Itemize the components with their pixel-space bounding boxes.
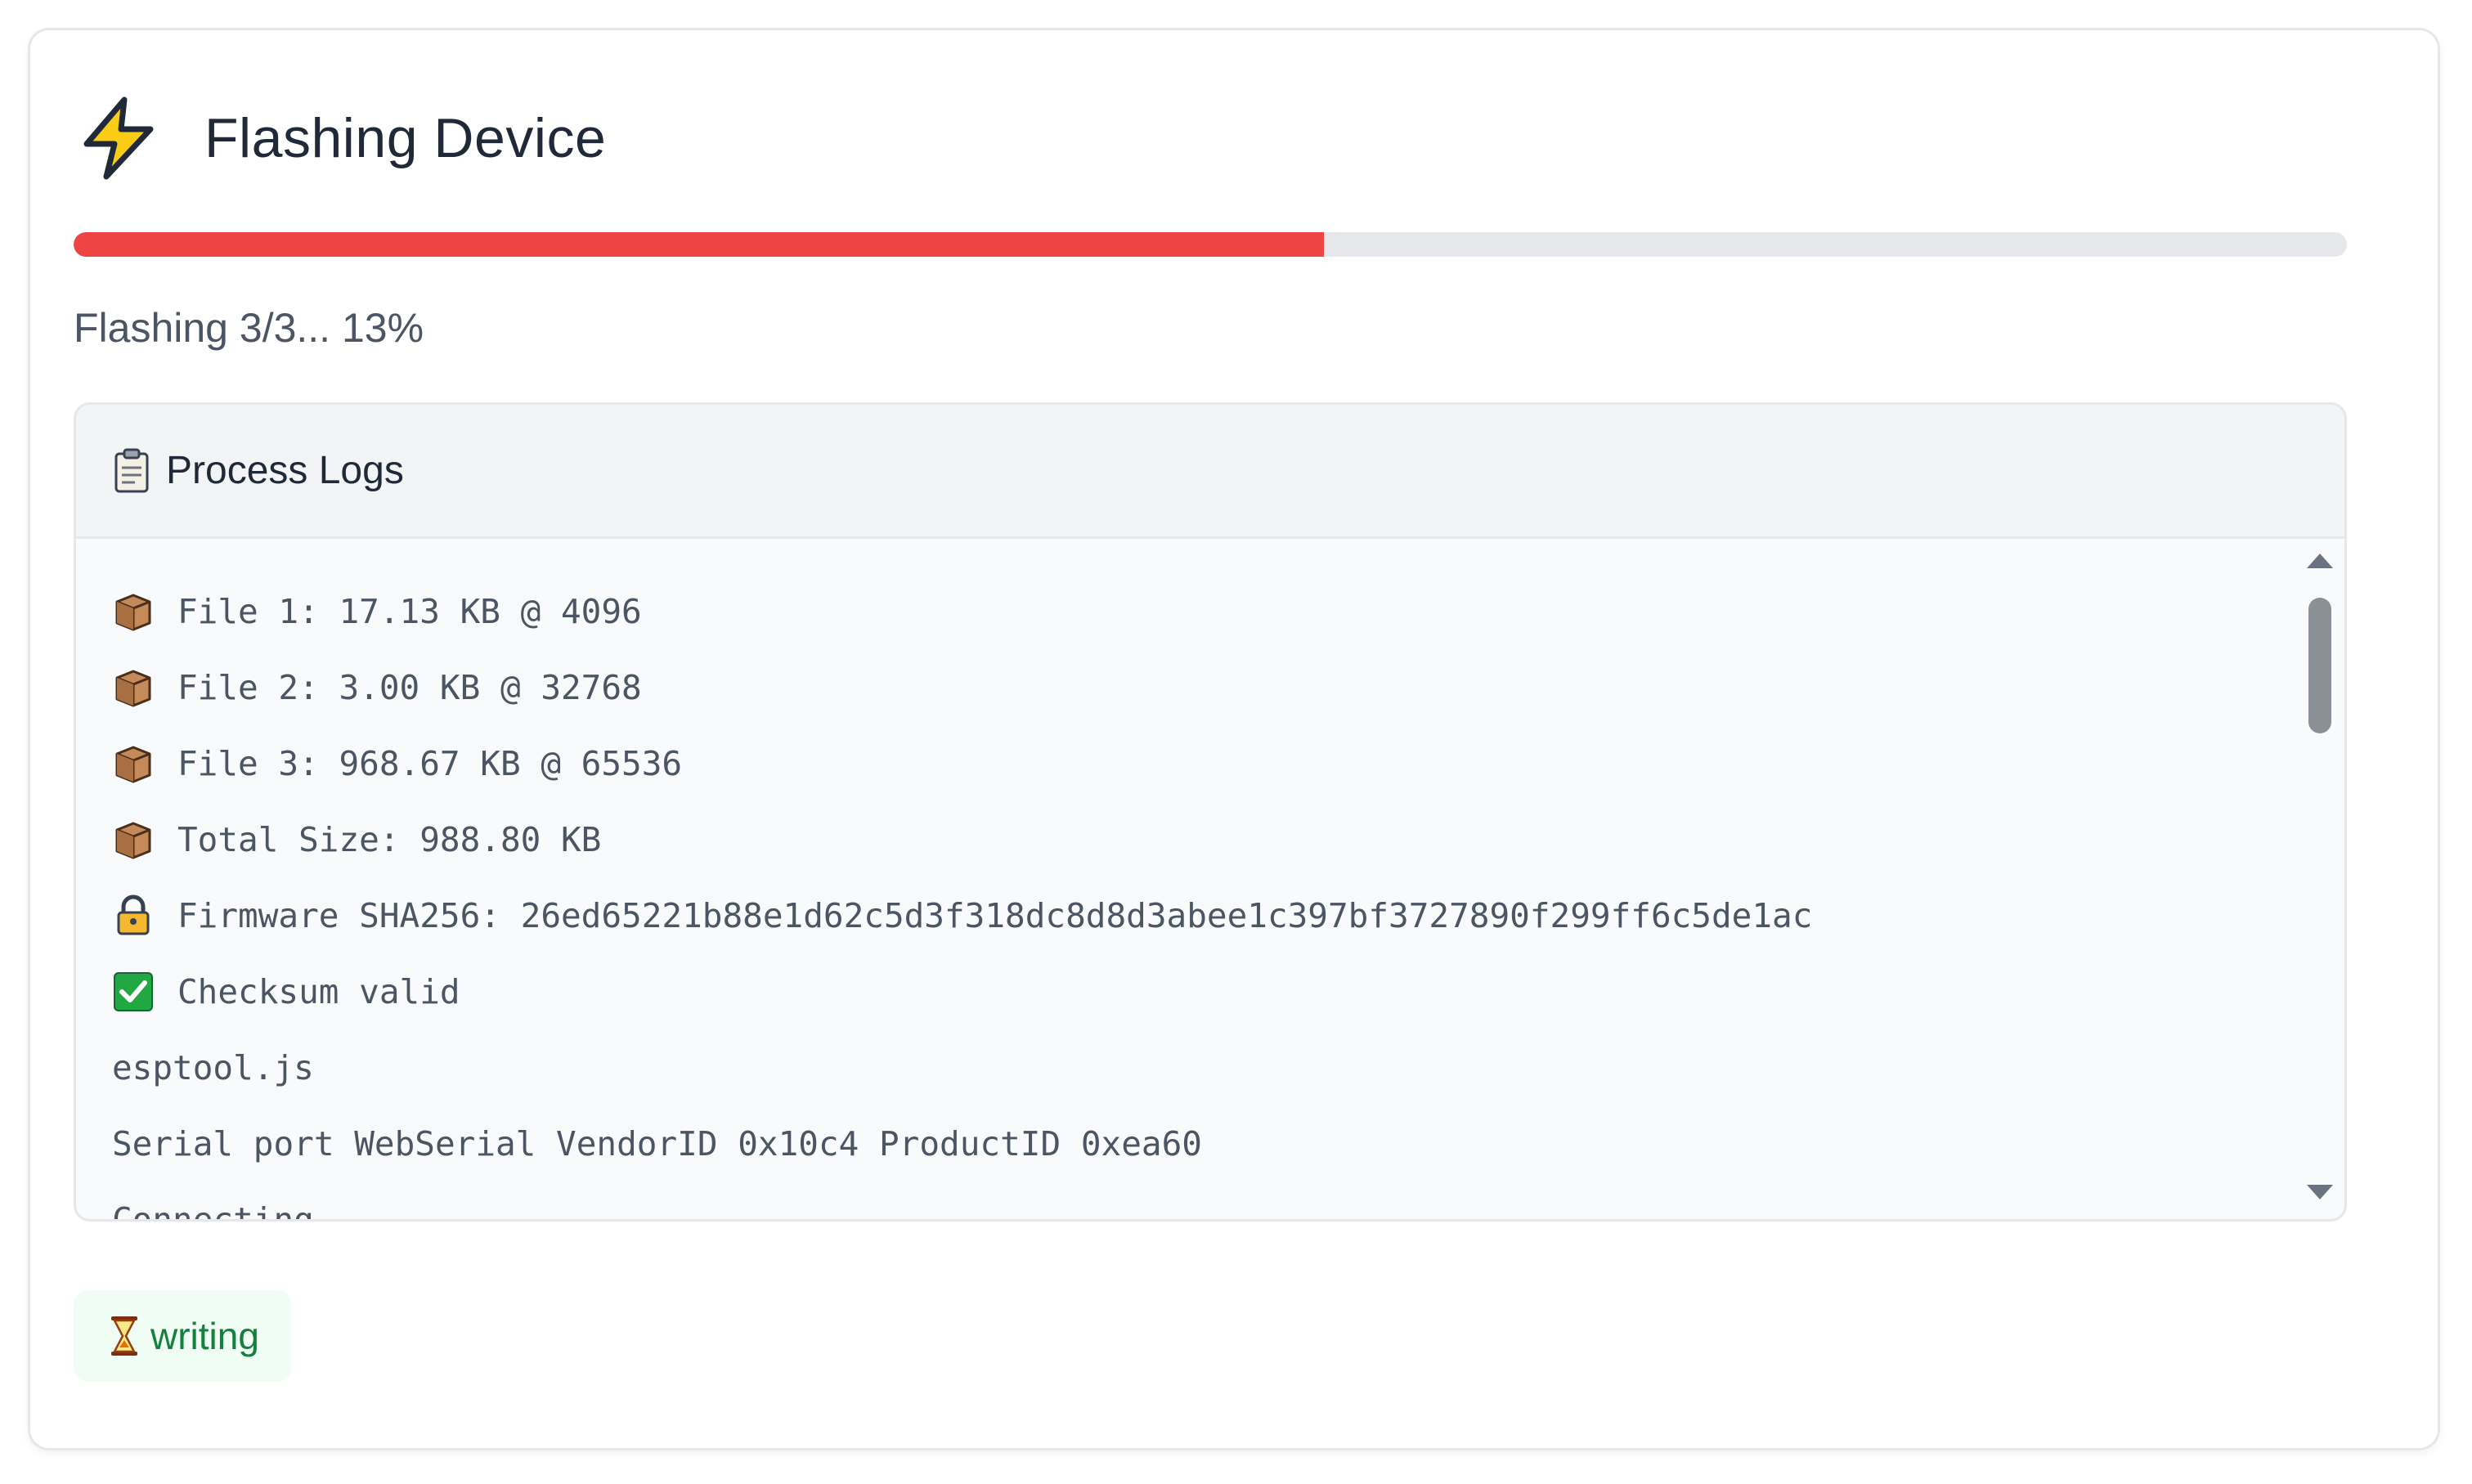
- log-line: Serial port WebSerial VendorID 0x10c4 Pr…: [112, 1105, 2295, 1181]
- logs-header: Process Logs: [76, 405, 2344, 539]
- scroll-up-arrow-icon[interactable]: [2307, 554, 2333, 568]
- progress-bar: [74, 232, 2347, 257]
- log-line-text: Total Size: 988.80 KB: [177, 819, 602, 859]
- log-line: File 2: 3.00 KB @ 32768: [112, 649, 2295, 725]
- logs-scrollbar[interactable]: [2302, 549, 2338, 1204]
- lightning-bolt-icon: [83, 96, 154, 180]
- log-line: Total Size: 988.80 KB: [112, 801, 2295, 877]
- log-line: File 3: 968.67 KB @ 65536: [112, 725, 2295, 801]
- log-line-text: Serial port WebSerial VendorID 0x10c4 Pr…: [112, 1123, 1202, 1163]
- log-line-text: Connecting...: [112, 1200, 375, 1220]
- status-badge: writing: [74, 1290, 292, 1382]
- log-line-text: Firmware SHA256: 26ed65221b88e1d62c5d3f3…: [177, 895, 1813, 935]
- progress-fill: [74, 232, 1324, 257]
- package-icon: [115, 746, 151, 782]
- logs-title: Process Logs: [166, 449, 404, 492]
- scroll-down-arrow-icon[interactable]: [2307, 1185, 2333, 1199]
- log-line: File 1: 17.13 KB @ 4096: [112, 573, 2295, 649]
- log-line-text: File 2: 3.00 KB @ 32768: [177, 667, 642, 707]
- package-icon: [115, 594, 151, 630]
- check-icon: [114, 971, 153, 1011]
- progress-status-text: Flashing 3/3... 13%: [74, 305, 424, 351]
- card-header: Flashing Device: [74, 85, 606, 191]
- log-line: Connecting...: [112, 1181, 2295, 1220]
- log-line: Checksum valid: [112, 953, 2295, 1029]
- package-icon: [115, 822, 151, 859]
- log-line-text: Checksum valid: [177, 971, 460, 1011]
- lock-icon: [117, 894, 150, 935]
- log-line-text: esptool.js: [112, 1047, 314, 1087]
- log-line-text: File 3: 968.67 KB @ 65536: [177, 743, 683, 783]
- status-text: writing: [150, 1315, 259, 1357]
- log-line-text: File 1: 17.13 KB @ 4096: [177, 591, 642, 631]
- clipboard-icon: [114, 448, 149, 492]
- process-logs-panel: Process Logs File 1: 17.13 KB @ 4096 File…: [74, 402, 2347, 1222]
- hourglass-icon: [111, 1316, 137, 1356]
- log-line: esptool.js: [112, 1029, 2295, 1105]
- page-title: Flashing Device: [204, 107, 607, 169]
- log-line: Firmware SHA256: 26ed65221b88e1d62c5d3f3…: [112, 877, 2295, 953]
- package-icon: [115, 670, 151, 706]
- logs-list[interactable]: File 1: 17.13 KB @ 4096 File 2: 3.00 KB @…: [76, 539, 2295, 1220]
- scrollbar-thumb[interactable]: [2308, 598, 2331, 733]
